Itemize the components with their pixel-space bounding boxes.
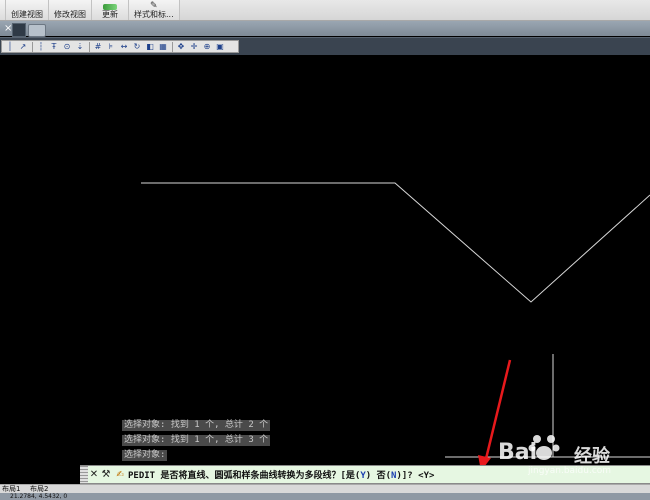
default-option: <Y> bbox=[418, 471, 435, 481]
drag-handle[interactable] bbox=[80, 466, 88, 483]
modify-view-label: 修改视图 bbox=[54, 10, 86, 19]
new-tab-button[interactable] bbox=[28, 24, 46, 37]
refresh-icon bbox=[103, 3, 117, 10]
tab-layout2[interactable]: 布局2 bbox=[30, 485, 48, 493]
block-icon[interactable]: ▣ bbox=[214, 41, 226, 52]
red-arrow-shaft bbox=[483, 359, 512, 464]
update-button[interactable]: 更新 bbox=[92, 0, 129, 20]
status-bar: 21.2784, 4.5432, 0 bbox=[0, 493, 650, 500]
create-view-button[interactable]: 创建视图 bbox=[6, 0, 49, 20]
modify-view-button[interactable]: 修改视图 bbox=[49, 0, 92, 20]
drawn-polyline[interactable] bbox=[141, 182, 650, 303]
tab-layout1[interactable]: 布局1 bbox=[2, 485, 20, 493]
dimension-icon[interactable]: ↔ bbox=[118, 41, 130, 52]
zoom-icon[interactable]: ⊕ bbox=[201, 41, 213, 52]
update-label: 更新 bbox=[102, 10, 118, 19]
ribbon-empty-area bbox=[179, 0, 650, 20]
history-line-1: 选择对象: 找到 1 个, 总计 2 个 bbox=[122, 420, 271, 431]
close-icon[interactable]: ✕ bbox=[88, 469, 100, 480]
history-line-2: 选择对象: 找到 1 个, 总计 3 个 bbox=[122, 435, 271, 446]
text-icon[interactable]: Ŧ bbox=[48, 41, 60, 52]
wrench-icon[interactable]: ⚒ bbox=[100, 469, 112, 480]
layout-tabs: 布局1 布局2 bbox=[0, 484, 650, 493]
rotate-icon[interactable]: ↻ bbox=[131, 41, 143, 52]
command-prompt: PEDIT 是否将直线、圆弧和样条曲线转换为多段线？[是(Y) 否(N)]? <… bbox=[128, 471, 435, 481]
recent-commands-icon[interactable]: ✍ bbox=[112, 470, 128, 480]
drawing-tab[interactable] bbox=[12, 23, 26, 37]
styles-button[interactable]: ✎ 样式和标... bbox=[129, 0, 180, 20]
move-icon[interactable]: ✥ bbox=[175, 41, 187, 52]
coordinate-readout: 21.2784, 4.5432, 0 bbox=[10, 493, 68, 500]
brush-icon: ✎ bbox=[150, 1, 158, 11]
history-line-3: 选择对象: bbox=[122, 450, 168, 461]
styles-label: 样式和标... bbox=[134, 10, 174, 19]
canvas-geometry bbox=[141, 182, 650, 467]
line-icon[interactable]: │ bbox=[4, 41, 16, 52]
linetype-icon[interactable]: ┆ bbox=[35, 41, 47, 52]
ribbon: 创建视图 修改视图 更新 ✎ 样式和标... bbox=[0, 0, 650, 21]
pin-icon[interactable]: ⊙ bbox=[61, 41, 73, 52]
pan-icon[interactable]: ✛ bbox=[188, 41, 200, 52]
document-tab-strip: × bbox=[0, 21, 650, 37]
ruler-icon[interactable]: ⊧ bbox=[105, 41, 117, 52]
grid-icon[interactable]: # bbox=[92, 41, 104, 52]
toolbar-area: │ ↗ ┆ Ŧ ⊙ ⇣ # ⊧ ↔ ↻ ◧ ▦ ✥ ✛ ⊕ ▣ bbox=[0, 37, 650, 55]
layer-icon[interactable]: ◧ bbox=[144, 41, 156, 52]
hatch-icon[interactable]: ▦ bbox=[157, 41, 169, 52]
command-line[interactable]: ✕ ⚒ ✍ PEDIT 是否将直线、圆弧和样条曲线转换为多段线？[是(Y) 否(… bbox=[80, 465, 650, 484]
drawing-canvas[interactable] bbox=[0, 55, 650, 467]
drawing-toolbar: │ ↗ ┆ Ŧ ⊙ ⇣ # ⊧ ↔ ↻ ◧ ▦ ✥ ✛ ⊕ ▣ bbox=[1, 40, 239, 53]
arrow-down-icon[interactable]: ⇣ bbox=[74, 41, 86, 52]
create-view-label: 创建视图 bbox=[11, 10, 43, 19]
arrow-icon[interactable]: ↗ bbox=[17, 41, 29, 52]
